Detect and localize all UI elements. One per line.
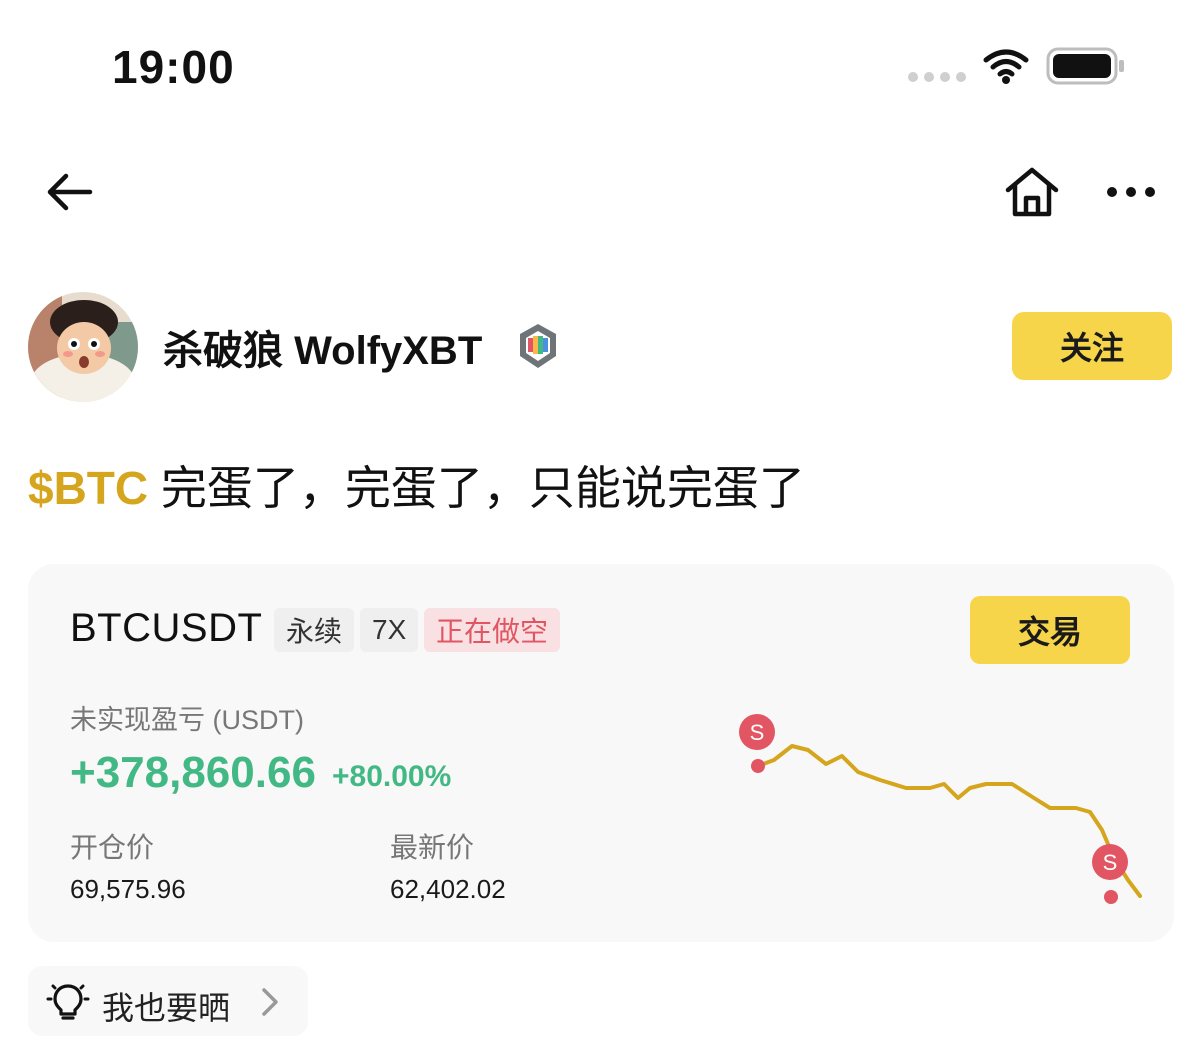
entry-marker-label: S — [750, 720, 765, 745]
pnl-label: 未实现盈亏 (USDT) — [70, 705, 304, 735]
pnl-percent: +80.00% — [332, 760, 452, 793]
back-arrow-icon — [47, 173, 93, 211]
trade-button[interactable]: 交易 — [970, 596, 1130, 664]
verified-badge-icon — [516, 322, 560, 375]
direction-tag: 正在做空 — [424, 608, 561, 652]
entry-price-value: 69,575.96 — [70, 874, 186, 904]
follow-button[interactable]: 关注 — [1012, 312, 1172, 380]
last-marker-label: S — [1103, 850, 1118, 875]
entry-price-label: 开仓价 — [70, 832, 155, 863]
wifi-icon — [982, 46, 1030, 91]
more-horizontal-icon — [1107, 187, 1155, 197]
status-time: 19:00 — [112, 41, 235, 93]
back-button[interactable] — [42, 168, 98, 216]
author-name[interactable]: 杀破狼 WolfyXBT — [163, 318, 482, 376]
leverage-tag: 7X — [360, 608, 419, 652]
more-button[interactable] — [1102, 170, 1160, 214]
post-text: $BTC 完蛋了，完蛋了，只能说完蛋了 — [28, 452, 805, 518]
chevron-right-icon — [258, 986, 282, 1023]
price-line — [756, 744, 1142, 898]
last-price-value: 62,402.02 — [390, 874, 506, 904]
entry-marker: S — [739, 714, 775, 773]
battery-icon — [1046, 46, 1126, 91]
last-price-label: 最新价 — [390, 832, 475, 863]
post-body: 完蛋了，完蛋了，只能说完蛋了 — [148, 462, 805, 514]
share-label: 我也要晒 — [102, 990, 231, 1026]
home-icon — [1005, 167, 1059, 217]
ticker-link[interactable]: $BTC — [28, 462, 148, 514]
avatar[interactable] — [28, 292, 138, 402]
last-marker: S — [1092, 844, 1128, 904]
signal-dots-icon — [908, 72, 966, 82]
home-button[interactable] — [1002, 164, 1062, 220]
pnl-value: +378,860.66 — [70, 748, 316, 797]
perpetual-tag: 永续 — [274, 608, 355, 652]
lightbulb-icon — [46, 980, 90, 1029]
price-sparkline: S S — [730, 700, 1150, 925]
trading-pair: BTCUSDT — [70, 606, 263, 650]
